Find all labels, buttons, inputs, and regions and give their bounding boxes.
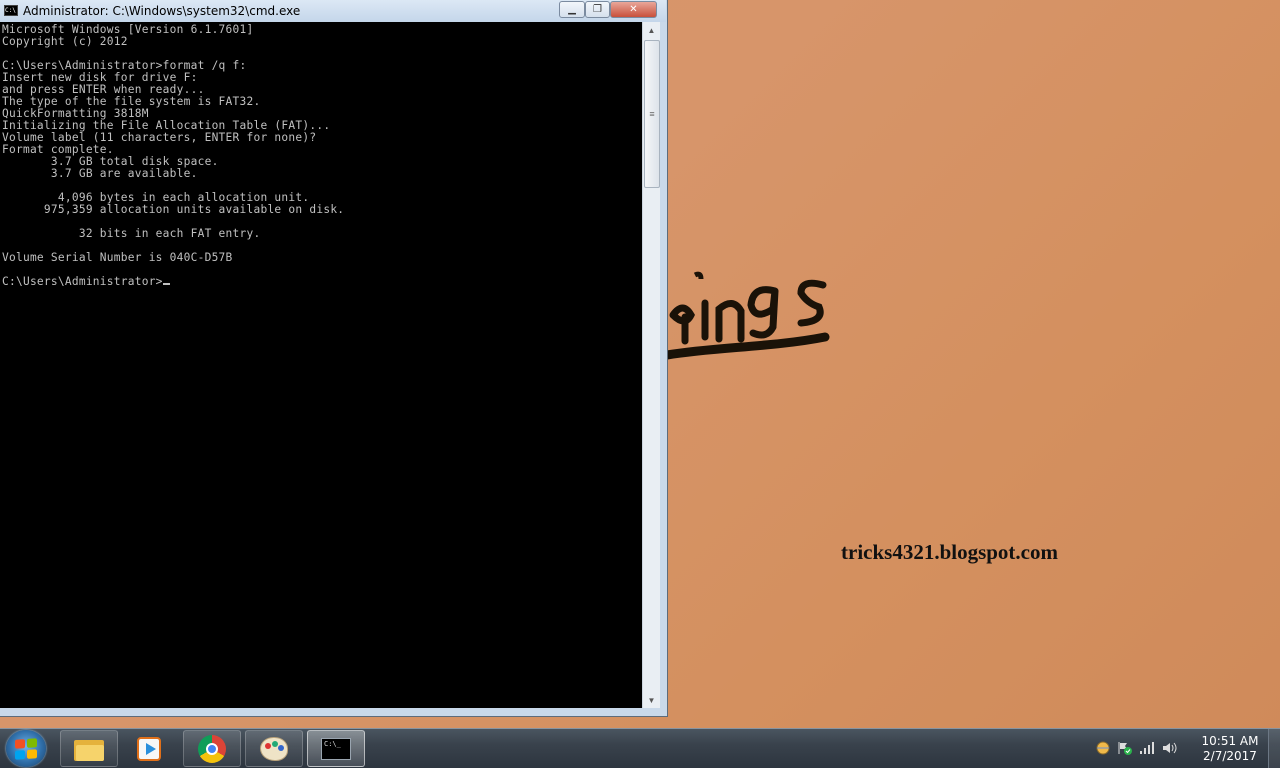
close-button[interactable]: ✕ — [610, 1, 657, 18]
windows-logo-icon — [15, 738, 37, 760]
signal-bars-icon[interactable] — [1139, 740, 1155, 756]
scroll-thumb[interactable]: ≡ — [644, 40, 660, 188]
start-button[interactable] — [6, 730, 46, 767]
taskbar-item-paint[interactable] — [245, 730, 303, 767]
taskbar-item-command-prompt[interactable]: C:\_ — [307, 730, 365, 767]
window-titlebar[interactable]: C:\ Administrator: C:\Windows\system32\c… — [0, 0, 666, 22]
taskbar-item-windows-media-player[interactable] — [120, 730, 178, 767]
console-output-area[interactable]: Microsoft Windows [Version 6.1.7601] Cop… — [0, 22, 642, 708]
clock-date: 2/7/2017 — [1203, 749, 1257, 763]
clock-time: 10:51 AM — [1201, 734, 1259, 748]
vertical-scrollbar[interactable]: ▲ ≡ ▼ — [642, 22, 660, 708]
media-player-icon — [137, 736, 161, 761]
minimize-button[interactable]: ▁ — [559, 1, 585, 18]
console-line: 3.7 GB are available. — [50, 167, 198, 180]
network-globe-icon[interactable] — [1095, 740, 1111, 756]
taskbar-item-google-chrome[interactable] — [183, 730, 241, 767]
console-line: 32 bits in each FAT entry. — [78, 227, 261, 240]
console-line: Copyright (c) 2012 — [2, 35, 128, 48]
taskbar: C:\_ 10:51 AM 2/7/2017 — [0, 728, 1280, 768]
wallpaper-handwriting-art — [662, 271, 830, 360]
watermark-text: tricks4321.blogspot.com — [841, 540, 1058, 564]
console-lines: Microsoft Windows [Version 6.1.7601] Cop… — [2, 23, 344, 264]
console-text: Microsoft Windows [Version 6.1.7601] Cop… — [0, 22, 642, 288]
console-prompt: C:\Users\Administrator> — [2, 275, 163, 288]
taskbar-item-windows-explorer[interactable] — [60, 730, 118, 767]
console-line: 975,359 allocation units available on di… — [43, 203, 345, 216]
maximize-icon: ❐ — [593, 4, 602, 15]
cmd-icon: C:\_ — [321, 737, 351, 760]
minimize-icon: ▁ — [568, 4, 576, 15]
show-desktop-button[interactable] — [1268, 729, 1280, 768]
cmd-icon[interactable]: C:\ — [4, 5, 18, 16]
text-cursor — [162, 283, 170, 285]
action-center-flag-icon[interactable] — [1117, 740, 1133, 756]
scroll-down-arrow-icon[interactable]: ▼ — [643, 692, 660, 708]
volume-icon[interactable] — [1161, 740, 1177, 756]
console-line: Volume Serial Number is 040C-D57B — [2, 251, 233, 264]
window-title: Administrator: C:\Windows\system32\cmd.e… — [23, 4, 301, 18]
close-icon: ✕ — [629, 4, 638, 15]
taskbar-clock[interactable]: 10:51 AM 2/7/2017 — [1195, 734, 1265, 764]
cmd-window[interactable]: C:\ Administrator: C:\Windows\system32\c… — [0, 0, 668, 717]
maximize-button[interactable]: ❐ — [585, 1, 610, 18]
scroll-up-arrow-icon[interactable]: ▲ — [643, 22, 660, 38]
paint-palette-icon — [260, 736, 288, 761]
chrome-icon — [198, 734, 226, 763]
system-tray — [1095, 729, 1177, 767]
folder-icon — [74, 737, 104, 761]
